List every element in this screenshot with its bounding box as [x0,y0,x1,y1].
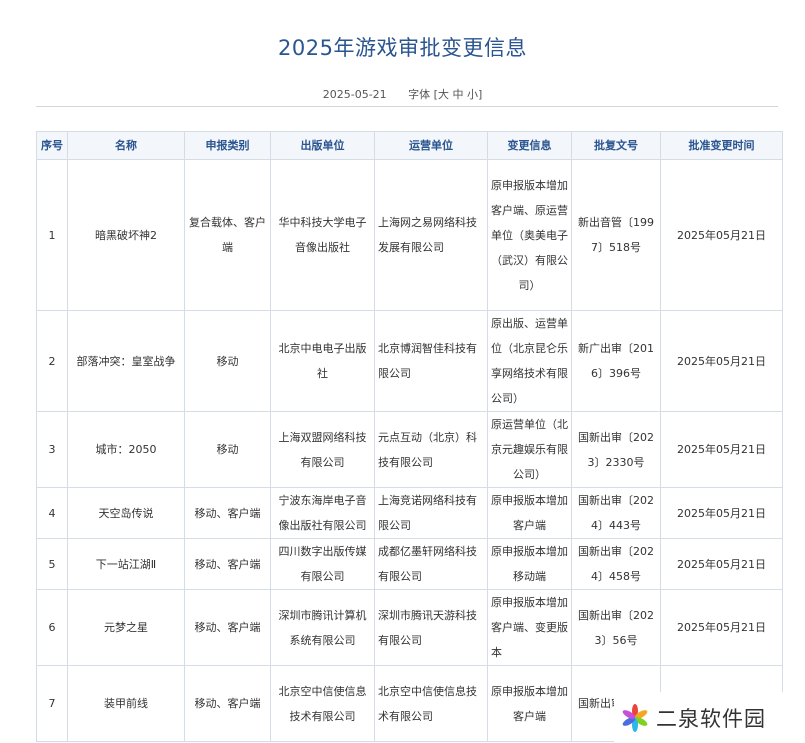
cell-category: 移动 [184,411,271,488]
header-operator: 运营单位 [374,131,488,160]
cell-publisher: 北京中电电子出版社 [270,310,375,412]
table-row: 2 部落冲突：皇室战争 移动 北京中电电子出版社 北京博润智佳科技有限公司 原出… [36,310,783,412]
table-row: 6 元梦之星 移动、客户端 深圳市腾讯计算机系统有限公司 深圳市腾讯天游科技有限… [36,589,783,666]
cell-name: 装甲前线 [67,665,185,742]
cell-approval-number: 国新出审〔2023〕2330号 [571,411,661,488]
cell-category: 移动、客户端 [184,589,271,666]
cell-operator: 元点互动（北京）科技有限公司 [374,411,488,488]
cell-publisher: 上海双盟网络科技有限公司 [270,411,375,488]
page-title: 2025年游戏审批变更信息 [278,36,527,60]
cell-name: 天空岛传说 [67,487,185,539]
header-index: 序号 [36,131,68,160]
cell-index: 2 [36,310,68,412]
cell-category: 复合载体、客户端 [184,159,271,311]
cell-change-info: 原出版、运营单位（北京昆仑乐享网络技术有限公司） [487,310,572,412]
cell-index: 7 [36,665,68,742]
divider [36,106,778,107]
pinwheel-logo-icon [622,703,648,732]
cell-publisher: 深圳市腾讯计算机系统有限公司 [270,589,375,666]
cell-approval-number: 国新出审〔2024〕458号 [571,538,661,590]
cell-name: 城市：2050 [67,411,185,488]
cell-approval-number: 新出音管〔1997〕518号 [571,159,661,311]
cell-change-info: 原申报版本增加客户端 [487,487,572,539]
cell-index: 3 [36,411,68,488]
cell-publisher: 四川数字出版传媒有限公司 [270,538,375,590]
font-size-small-link[interactable]: 小 [467,88,478,101]
cell-approval-number: 新广出审〔2016〕396号 [571,310,661,412]
cell-category: 移动、客户端 [184,665,271,742]
header-name: 名称 [67,131,185,160]
cell-operator: 成都亿墨轩网络科技有限公司 [374,538,488,590]
cell-change-info: 原申报版本增加客户端、变更版本 [487,589,572,666]
cell-change-info: 原申报版本增加客户端 [487,665,572,742]
cell-name: 下一站江湖Ⅱ [67,538,185,590]
cell-approval-date: 2025年05月21日 [660,589,783,666]
font-size-label: 字体 [408,88,431,101]
header-approval-date: 批准变更时间 [660,131,783,160]
cell-approval-date: 2025年05月21日 [660,310,783,412]
cell-publisher: 北京空中信使信息技术有限公司 [270,665,375,742]
article-meta: 2025-05-21 字体 [大 中 小] [0,86,805,102]
table-header-row: 序号 名称 申报类别 出版单位 运营单位 变更信息 批复文号 批准变更时间 [36,131,783,160]
cell-publisher: 宁波东海岸电子音像出版社有限公司 [270,487,375,539]
cell-change-info: 原申报版本增加移动端 [487,538,572,590]
table-row: 1 暗黑破坏神2 复合载体、客户端 华中科技大学电子音像出版社 上海网之易网络科… [36,159,783,311]
cell-index: 6 [36,589,68,666]
header-approval-number: 批复文号 [571,131,661,160]
cell-category: 移动、客户端 [184,487,271,539]
cell-index: 4 [36,487,68,539]
publish-date: 2025-05-21 [322,88,387,101]
cell-index: 1 [36,159,68,311]
site-watermark: 二泉软件园 [614,692,805,743]
watermark-text: 二泉软件园 [656,706,766,731]
cell-index: 5 [36,538,68,590]
cell-approval-date: 2025年05月21日 [660,487,783,539]
cell-publisher: 华中科技大学电子音像出版社 [270,159,375,311]
cell-operator: 深圳市腾讯天游科技有限公司 [374,589,488,666]
cell-name: 暗黑破坏神2 [67,159,185,311]
cell-name: 部落冲突：皇室战争 [67,310,185,412]
font-size-large-link[interactable]: 大 [438,88,449,101]
cell-change-info: 原申报版本增加客户端、原运营单位（奥美电子（武汉）有限公司） [487,159,572,311]
header-category: 申报类别 [184,131,271,160]
cell-name: 元梦之星 [67,589,185,666]
approval-change-table: 序号 名称 申报类别 出版单位 运营单位 变更信息 批复文号 批准变更时间 1 … [36,131,783,742]
cell-approval-date: 2025年05月21日 [660,411,783,488]
cell-operator: 上海竞诺网络科技有限公司 [374,487,488,539]
cell-approval-date: 2025年05月21日 [660,538,783,590]
table-row: 5 下一站江湖Ⅱ 移动、客户端 四川数字出版传媒有限公司 成都亿墨轩网络科技有限… [36,538,783,590]
cell-category: 移动 [184,310,271,412]
cell-approval-date: 2025年05月21日 [660,159,783,311]
cell-category: 移动、客户端 [184,538,271,590]
header-publisher: 出版单位 [270,131,375,160]
font-bracket-close: ] [477,88,483,101]
cell-approval-number: 国新出审〔2023〕56号 [571,589,661,666]
cell-approval-number: 国新出审〔2024〕443号 [571,487,661,539]
cell-operator: 北京博润智佳科技有限公司 [374,310,488,412]
cell-operator: 北京空中信使信息技术有限公司 [374,665,488,742]
cell-change-info: 原运营单位（北京元趣娱乐有限公司） [487,411,572,488]
header-change-info: 变更信息 [487,131,572,160]
table-row: 4 天空岛传说 移动、客户端 宁波东海岸电子音像出版社有限公司 上海竞诺网络科技… [36,487,783,539]
table-row: 3 城市：2050 移动 上海双盟网络科技有限公司 元点互动（北京）科技有限公司… [36,411,783,488]
cell-operator: 上海网之易网络科技发展有限公司 [374,159,488,311]
font-size-medium-link[interactable]: 中 [452,88,463,101]
